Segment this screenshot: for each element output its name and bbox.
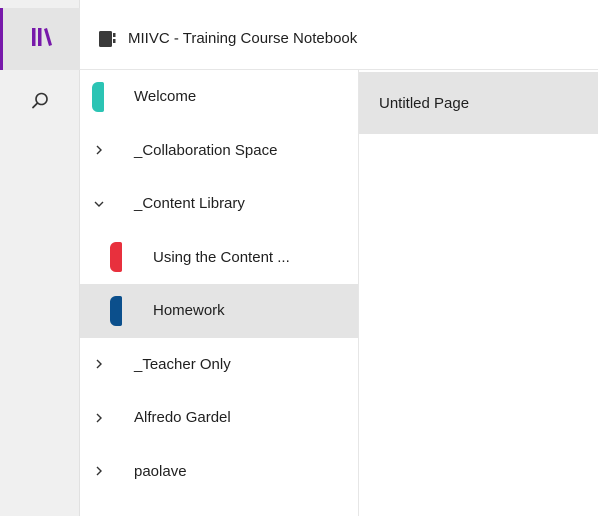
section-item-welcome[interactable]: Welcome xyxy=(80,70,358,124)
navigation-rail xyxy=(0,0,80,516)
section-group-content-library[interactable]: _Content Library xyxy=(80,177,358,231)
section-list: Welcome _Collaboration Space _Content Li… xyxy=(80,70,359,516)
chevron-right-icon[interactable] xyxy=(90,355,108,373)
chevron-right-icon[interactable] xyxy=(90,141,108,159)
notebook-header[interactable]: MIIVC - Training Course Notebook xyxy=(80,8,598,70)
section-group-alfredo-gardel[interactable]: Alfredo Gardel xyxy=(80,391,358,445)
search-button[interactable] xyxy=(0,74,80,132)
page-item-untitled[interactable]: Untitled Page xyxy=(359,72,598,134)
chevron-right-icon[interactable] xyxy=(90,409,108,427)
notebooks-library-icon xyxy=(30,26,54,53)
section-label: Homework xyxy=(153,302,225,320)
section-label: Using the Content ... xyxy=(153,248,290,266)
page-list: Untitled Page xyxy=(359,70,598,516)
section-group-label: Alfredo Gardel xyxy=(134,409,231,427)
section-label: Welcome xyxy=(134,88,197,106)
section-color-tab xyxy=(92,81,104,112)
section-group-label: _Collaboration Space xyxy=(134,141,278,159)
section-group-collaboration-space[interactable]: _Collaboration Space xyxy=(80,124,358,178)
section-group-teacher-only[interactable]: _Teacher Only xyxy=(80,338,358,392)
section-group-label: _Content Library xyxy=(134,195,245,213)
notebooks-button[interactable] xyxy=(0,8,80,70)
section-item-homework[interactable]: Homework xyxy=(80,284,358,338)
top-strip xyxy=(0,0,598,8)
chevron-down-icon[interactable] xyxy=(90,195,108,213)
section-group-label: paolave xyxy=(134,462,187,480)
notebook-icon xyxy=(96,28,118,50)
page-label: Untitled Page xyxy=(379,94,470,112)
notebook-title: MIIVC - Training Course Notebook xyxy=(128,30,358,47)
section-group-label: _Teacher Only xyxy=(134,355,231,373)
search-icon xyxy=(30,91,50,116)
onenote-app: MIIVC - Training Course Notebook Welcome… xyxy=(0,0,598,516)
section-group-paolave[interactable]: paolave xyxy=(80,445,358,499)
section-item-using-the-content[interactable]: Using the Content ... xyxy=(80,231,358,285)
section-color-tab xyxy=(110,295,122,326)
section-color-tab xyxy=(110,242,122,273)
chevron-right-icon[interactable] xyxy=(90,462,108,480)
